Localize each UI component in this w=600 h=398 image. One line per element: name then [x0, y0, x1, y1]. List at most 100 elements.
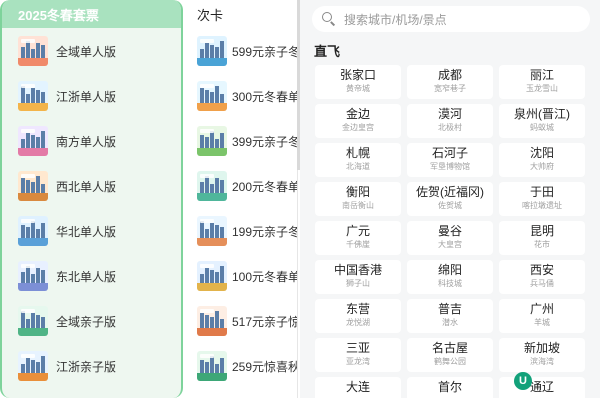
city-name: 丽江	[529, 68, 554, 82]
ticket-package-item[interactable]: 南方单人版	[18, 125, 116, 157]
pass-card-item[interactable]: 517元亲子惊喜	[197, 305, 297, 337]
destination-city-button[interactable]: 成都 宽窄巷子	[407, 65, 493, 99]
destination-city-button[interactable]: 漠河 北极村	[407, 104, 493, 138]
city-landmark: 北海道	[346, 162, 370, 171]
destination-city-button[interactable]: 札幌 北海道	[315, 143, 401, 177]
city-name: 札幌	[345, 146, 370, 160]
ticket-package-label: 江浙单人版	[56, 89, 117, 104]
city-landmark: 玉龙雪山	[526, 84, 558, 93]
city-name: 大连	[345, 380, 370, 394]
thumbnail-building	[220, 266, 224, 284]
thumbnail-band	[197, 58, 227, 66]
pass-card-label: 599元亲子冬着	[232, 44, 297, 59]
thumbnail-band	[197, 148, 227, 156]
ticket-package-item[interactable]: 西北单人版	[18, 170, 116, 202]
pass-card-item[interactable]: 200元冬春单次	[197, 170, 297, 202]
city-landmark: 宽窄巷子	[434, 84, 466, 93]
destination-city-button[interactable]: 佐贺(近福冈) 佐贺城	[407, 182, 493, 216]
left-panel: 2025冬春套票 全域单人版 江浙单人版 南方单人版 西北单人版 华北单人版 东北单人版全…	[0, 0, 183, 398]
pass-card-thumbnail-image	[197, 36, 227, 66]
destination-city-button[interactable]: 普吉 潜水	[407, 299, 493, 333]
city-landmark: 千佛崖	[346, 240, 370, 249]
destination-city-button[interactable]: 沈阳 大帅府	[499, 143, 585, 177]
city-landmark: 金边皇宫	[342, 123, 374, 132]
ticket-package-item[interactable]: 华北单人版	[18, 215, 116, 247]
thumbnail-tag	[200, 219, 214, 223]
pass-card-item[interactable]: 599元亲子冬着	[197, 35, 297, 67]
thumbnail-building	[205, 315, 209, 329]
search-input[interactable]: 搜索城市/机场/景点	[312, 6, 590, 32]
thumbnail-building	[31, 313, 35, 329]
city-landmark: 大帅府	[530, 162, 554, 171]
pass-card-item[interactable]: 100元冬春单次	[197, 260, 297, 292]
thumbnail-building	[215, 311, 219, 329]
destination-city-button[interactable]: 首尔	[407, 377, 493, 398]
destination-city-button[interactable]: 于田 喀拉墩遗址	[499, 182, 585, 216]
thumbnail-building	[215, 86, 219, 104]
city-landmark: 北极村	[438, 123, 462, 132]
city-landmark: 大皇宫	[438, 240, 462, 249]
destination-city-button[interactable]: 三亚 亚龙湾	[315, 338, 401, 372]
thumbnail-band	[18, 148, 48, 156]
destination-city-button[interactable]: 张家口 黄帝城	[315, 65, 401, 99]
ticket-package-item[interactable]: 全域单人版	[18, 35, 116, 67]
thumbnail-tag	[21, 39, 35, 43]
destination-city-button[interactable]: 中国香港 狮子山	[315, 260, 401, 294]
thumbnail-building	[21, 311, 25, 329]
city-name: 佐贺(近福冈)	[416, 185, 484, 199]
city-landmark: 喀拉墩遗址	[522, 201, 562, 210]
destination-city-button[interactable]: 衡阳 南岳衡山	[315, 182, 401, 216]
pass-card-thumbnail-image	[197, 351, 227, 381]
destination-city-button[interactable]: 绵阳 科技城	[407, 260, 493, 294]
destination-city-button[interactable]: 大连	[315, 377, 401, 398]
destination-city-button[interactable]: 泉州(晋江) 蚂蚁城	[499, 104, 585, 138]
destination-city-button[interactable]: 广州 羊城	[499, 299, 585, 333]
ticket-package-item[interactable]: 东北单人版	[18, 260, 116, 292]
ticket-package-item[interactable]: 全域亲子版	[18, 305, 116, 337]
city-name: 漠河	[437, 107, 462, 121]
thumbnail-tag	[200, 39, 214, 43]
pass-card-item[interactable]: 399元亲子冬春	[197, 125, 297, 157]
thumbnail-band	[18, 283, 48, 291]
destination-city-button[interactable]: 昆明 花市	[499, 221, 585, 255]
city-name: 首尔	[437, 380, 462, 394]
ticket-package-label: 全域单人版	[56, 44, 117, 59]
thumbnail-building	[220, 41, 224, 59]
city-name: 沈阳	[529, 146, 554, 160]
pass-card-item[interactable]: 259元惊喜秋冬	[197, 350, 297, 382]
destination-city-button[interactable]: 东营 龙悦湖	[315, 299, 401, 333]
destination-city-button[interactable]: 丽江 玉龙雪山	[499, 65, 585, 99]
assistant-icon[interactable]: U	[514, 372, 532, 390]
destination-city-button[interactable]: 曼谷 大皇宫	[407, 221, 493, 255]
destination-city-button[interactable]: 石河子 军垦博物馆	[407, 143, 493, 177]
pass-card-thumbnail-image	[197, 216, 227, 246]
destination-city-button[interactable]: 西安 兵马俑	[499, 260, 585, 294]
pass-card-item[interactable]: 300元冬春单次	[197, 80, 297, 112]
pass-card-thumbnail-image	[197, 306, 227, 336]
city-name: 曼谷	[437, 224, 462, 238]
thumbnail-building	[21, 178, 25, 194]
destination-city-button[interactable]: 新加坡 滨海湾	[499, 338, 585, 372]
thumbnail-tag	[200, 354, 214, 358]
thumbnail-building	[36, 90, 40, 104]
destination-city-button[interactable]: 通辽	[499, 377, 585, 398]
thumbnail-building	[36, 176, 40, 194]
ticket-package-item[interactable]: 江浙亲子版	[18, 350, 116, 382]
pass-card-item[interactable]: 199元亲子冬着	[197, 215, 297, 247]
thumbnail-building	[210, 356, 214, 374]
city-landmark: 黄帝城	[346, 84, 370, 93]
destination-city-button[interactable]: 金边 金边皇宫	[315, 104, 401, 138]
ticket-package-item[interactable]: 江浙单人版	[18, 80, 116, 112]
thumbnail-building	[31, 88, 35, 104]
thumbnail-building	[210, 131, 214, 149]
city-name: 新加坡	[523, 341, 560, 355]
destination-city-button[interactable]: 名古屋 鹤舞公园	[407, 338, 493, 372]
destination-city-button[interactable]: 广元 千佛崖	[315, 221, 401, 255]
package-thumbnail-image	[18, 306, 48, 336]
city-name: 于田	[529, 185, 554, 199]
thumbnail-building	[31, 221, 35, 239]
city-name: 张家口	[339, 68, 376, 82]
city-name: 广元	[345, 224, 370, 238]
thumbnail-building	[200, 360, 204, 374]
thumbnail-band	[197, 103, 227, 111]
